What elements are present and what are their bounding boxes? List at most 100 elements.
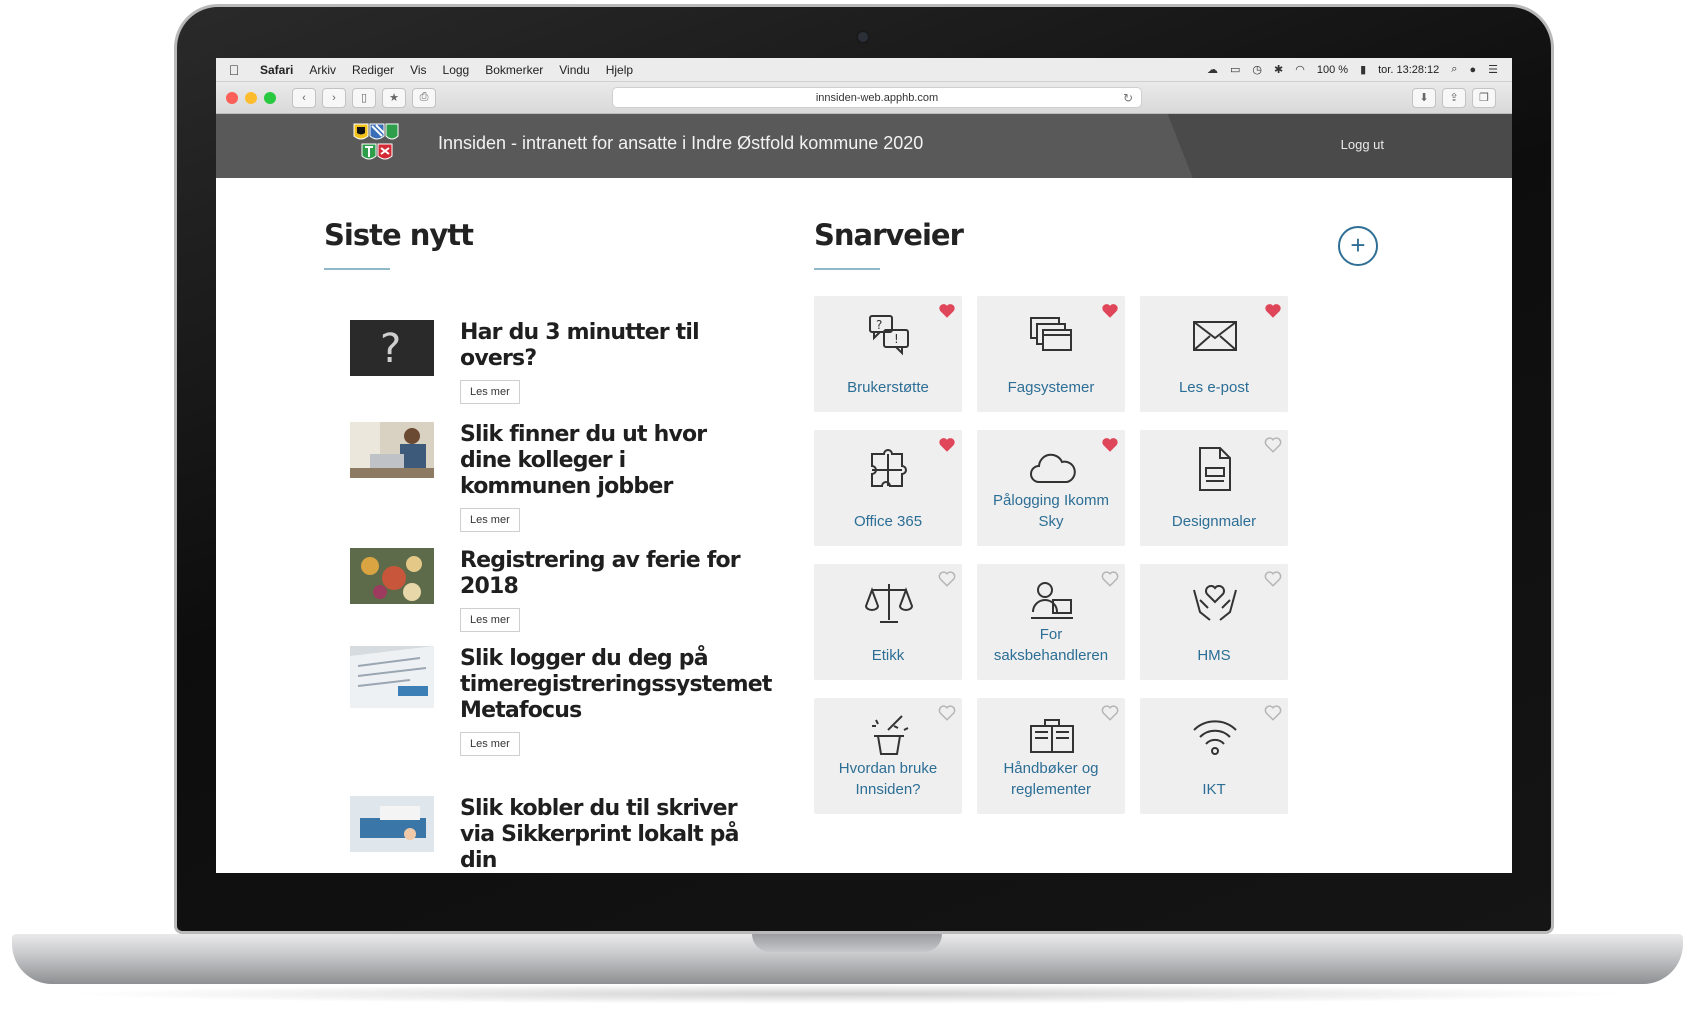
sidebar-toggle-icon[interactable]: ▯ — [352, 87, 376, 108]
news-title[interactable]: Slik logger du deg på timeregistreringss… — [460, 646, 772, 724]
siri-icon[interactable]: ● — [1469, 64, 1476, 76]
news-thumbnail-colleagues[interactable] — [350, 422, 434, 478]
favorite-heart-icon[interactable] — [1264, 570, 1282, 588]
news-thumbnail-map[interactable] — [350, 548, 434, 604]
wifi-icon — [1193, 720, 1237, 755]
windows-stack-icon — [1030, 317, 1072, 351]
share-icon[interactable]: ⇪ — [1442, 87, 1466, 108]
forward-icon[interactable]: › — [322, 87, 346, 108]
shortcut-tile-hms[interactable]: HMS — [1140, 564, 1288, 680]
apple-menu-icon[interactable]:  — [216, 62, 252, 78]
menu-safari[interactable]: Safari — [252, 63, 301, 77]
shortcut-tile-office-365[interactable]: Office 365 — [814, 430, 962, 546]
magic-hat-icon — [872, 715, 909, 755]
shortcut-label: Fagsystemer — [1007, 379, 1095, 396]
favorite-heart-icon[interactable] — [1101, 302, 1119, 320]
logout-link[interactable]: Logg ut — [1341, 137, 1384, 152]
news-thumbnail-printer[interactable] — [350, 796, 434, 852]
shortcut-label: HMS — [1197, 647, 1231, 664]
reload-icon[interactable]: ↻ — [1123, 91, 1133, 105]
window-controls — [226, 91, 276, 104]
shortcut-tile-handboker-og-reglementer[interactable]: Håndbøker og reglementer — [977, 698, 1125, 814]
notification-center-icon[interactable]: ☰ — [1488, 63, 1498, 76]
print-icon[interactable]: ⎙ — [412, 87, 436, 108]
cloud-icon — [1030, 453, 1076, 483]
shortcut-tile-fagsystemer[interactable]: Fagsystemer — [977, 296, 1125, 412]
status-area: ☁ ▭ ◷ ✱ ◠ 100 % ▮ tor. 13:28:12 ⌕ ● ☰ — [1207, 63, 1512, 76]
favorite-heart-icon[interactable] — [938, 436, 956, 454]
news-item[interactable]: ? Har du 3 minutter til overs? Les mer — [350, 320, 770, 404]
airplay-icon[interactable]: ▭ — [1230, 63, 1240, 76]
menu-vis[interactable]: Vis — [402, 63, 434, 77]
battery-percent[interactable]: 100 % — [1317, 64, 1348, 76]
news-title[interactable]: Slik kobler du til skriver via Sikkerpri… — [460, 796, 760, 873]
shortcut-tile-etikk[interactable]: Etikk — [814, 564, 962, 680]
battery-icon[interactable]: ▮ — [1360, 63, 1366, 76]
shortcut-label: Les e-post — [1178, 379, 1250, 396]
add-shortcut-button[interactable]: + — [1338, 226, 1378, 266]
wifi-status-icon[interactable]: ◠ — [1295, 63, 1305, 76]
scales-icon — [864, 584, 914, 623]
main-content: Siste nytt ? Har du 3 minutter til overs… — [216, 178, 1512, 873]
news-thumbnail-document[interactable] — [350, 646, 434, 708]
menubar-clock[interactable]: tor. 13:28:12 — [1378, 64, 1439, 76]
shortcut-tile-palogging-ikomm-sky[interactable]: Pålogging Ikomm Sky — [977, 430, 1125, 546]
shortcut-tile-hvordan-bruke-innsiden[interactable]: Hvordan bruke Innsiden? — [814, 698, 962, 814]
municipality-logo-icon[interactable] — [352, 122, 400, 170]
news-title[interactable]: Registrering av ferie for 2018 — [460, 548, 760, 600]
shortcut-tile-brukerstotte[interactable]: ? ! Brukerstøtte — [814, 296, 962, 412]
address-url: innsiden-web.apphb.com — [815, 91, 939, 104]
shortcut-tile-for-saksbehandleren[interactable]: For saksbehandleren — [977, 564, 1125, 680]
bluetooth-icon[interactable]: ✱ — [1274, 63, 1283, 76]
minimize-window-icon[interactable] — [245, 91, 257, 104]
downloads-icon[interactable]: ⬇ — [1412, 87, 1436, 108]
address-bar[interactable]: innsiden-web.apphb.com ↻ — [612, 87, 1142, 108]
puzzle-icon — [871, 449, 907, 487]
tabs-overview-icon[interactable]: ❐ — [1472, 87, 1496, 108]
favorite-heart-icon[interactable] — [1264, 436, 1282, 454]
favorite-heart-icon[interactable] — [1264, 704, 1282, 722]
news-item[interactable]: Registrering av ferie for 2018 Les mer — [350, 548, 770, 632]
shortcut-tile-designmaler[interactable]: Designmaler — [1140, 430, 1288, 546]
news-item[interactable]: Slik kobler du til skriver via Sikkerpri… — [350, 796, 770, 873]
spotlight-search-icon[interactable]: ⌕ — [1451, 63, 1457, 76]
menu-hjelp[interactable]: Hjelp — [598, 63, 641, 77]
news-item[interactable]: Slik logger du deg på timeregistreringss… — [350, 646, 772, 766]
favorite-heart-icon[interactable] — [1101, 570, 1119, 588]
news-item[interactable]: Slik finner du ut hvor dine kolleger i k… — [350, 422, 770, 532]
macos-menubar:  Safari Arkiv Rediger Vis Logg Bokmerke… — [216, 58, 1512, 82]
news-heading: Siste nytt — [324, 218, 474, 252]
favorite-heart-icon[interactable] — [938, 704, 956, 722]
menu-rediger[interactable]: Rediger — [344, 63, 402, 77]
read-more-button[interactable]: Les mer — [460, 508, 520, 532]
read-more-button[interactable]: Les mer — [460, 732, 520, 756]
news-title[interactable]: Har du 3 minutter til overs? — [460, 320, 760, 372]
news-thumbnail-question[interactable]: ? — [350, 320, 434, 376]
screen:  Safari Arkiv Rediger Vis Logg Bokmerke… — [216, 58, 1512, 873]
favorite-heart-icon[interactable] — [1101, 704, 1119, 722]
top-sites-icon[interactable]: ★ — [382, 87, 406, 108]
favorite-heart-icon[interactable] — [938, 302, 956, 320]
menu-vindu[interactable]: Vindu — [551, 63, 597, 77]
close-window-icon[interactable] — [226, 91, 238, 104]
back-icon[interactable]: ‹ — [292, 87, 316, 108]
site-header: Innsiden - intranett for ansatte i Indre… — [216, 114, 1512, 178]
cloud-status-icon[interactable]: ☁ — [1207, 63, 1218, 76]
read-more-button[interactable]: Les mer — [460, 608, 520, 632]
read-more-button[interactable]: Les mer — [460, 380, 520, 404]
toolbar-right: ⬇ ⇪ ❐ — [1412, 87, 1502, 108]
shortcut-label: Pålogging Ikomm Sky — [993, 492, 1109, 530]
news-title[interactable]: Slik finner du ut hvor dine kolleger i k… — [460, 422, 760, 500]
favorite-heart-icon[interactable] — [1101, 436, 1119, 454]
favorite-heart-icon[interactable] — [938, 570, 956, 588]
menu-arkiv[interactable]: Arkiv — [301, 63, 344, 77]
menu-logg[interactable]: Logg — [435, 63, 478, 77]
shortcut-label: For saksbehandleren — [993, 626, 1109, 664]
time-machine-icon[interactable]: ◷ — [1252, 63, 1262, 76]
shortcut-tile-les-e-post[interactable]: Les e-post — [1140, 296, 1288, 412]
favorite-heart-icon[interactable] — [1264, 302, 1282, 320]
shortcut-tile-ikt[interactable]: IKT — [1140, 698, 1288, 814]
fullscreen-window-icon[interactable] — [264, 91, 276, 104]
menu-bokmerker[interactable]: Bokmerker — [477, 63, 551, 77]
shortcuts-heading: Snarveier — [814, 218, 964, 252]
